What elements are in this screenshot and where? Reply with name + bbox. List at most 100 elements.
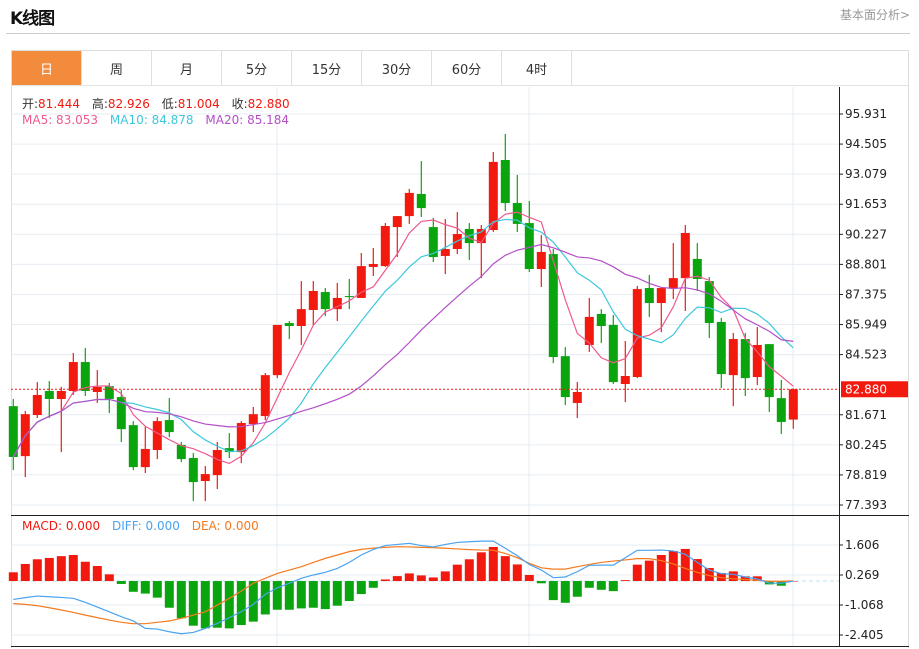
price-tick-label: 87.375 [845,287,887,301]
candle-up [572,392,582,403]
macd-bar [116,581,126,584]
candle-down [716,321,726,375]
high-label: 高: [91,97,108,111]
candle-up [680,232,690,279]
macd-bar [308,581,318,608]
macd-bar [68,555,78,582]
macd-bar [500,556,510,582]
low-label: 低: [161,97,178,111]
candle-down [560,356,570,398]
candle-up [404,192,414,217]
macd-bar [524,574,534,582]
candle-up [308,290,318,310]
macd-bar [284,581,294,610]
candle-up [56,390,66,399]
candle-up [668,278,678,289]
macd-bar [440,571,450,582]
macd-bar [200,581,210,629]
candle-down [188,458,198,483]
candle-up [236,423,246,453]
candle-up [728,339,738,376]
macd-bar [596,581,606,590]
candle-up [212,450,222,476]
price-tick-label: 80.245 [845,438,887,452]
macd-bar [56,556,66,582]
macd-bar [584,581,594,588]
price-tick-label: 95.931 [845,107,887,121]
macd-bar [188,581,198,626]
candle-up [260,375,270,417]
candle-down [44,390,54,399]
price-tick-label: 93.079 [845,167,887,181]
candle-down [608,324,618,383]
macd-bar [128,581,138,592]
macd-bar [104,574,114,582]
macd-bar [80,561,90,582]
open-value: 81.444 [38,97,81,111]
candle-down [776,398,786,422]
candle-up [140,448,150,468]
macd-bar [164,581,174,608]
macd-bar [632,564,642,582]
candle-up [788,389,798,420]
candle-down [128,425,138,468]
high-value: 82.926 [107,97,150,111]
candle-down [8,406,18,457]
macd-bar [392,576,402,582]
macd-bar [320,581,330,610]
macd-bar [548,581,558,601]
macd-bar [560,581,570,603]
price-tick-label: 84.523 [845,348,887,362]
macd-bar [332,581,342,606]
price-tick-label: 88.801 [845,257,887,271]
macd-bar [404,573,414,582]
candle-up [392,216,402,228]
candle-up [656,288,666,304]
candle-down [500,160,510,204]
macd-bar [668,550,678,582]
macd-bar [92,566,102,582]
ma10-line [12,218,794,458]
price-tick-label: 85.949 [845,318,887,332]
macd-bar [32,559,42,582]
candle-down [416,193,426,209]
price-tick-label: 90.227 [845,227,887,241]
last-price-label: 82.880 [845,382,887,396]
candle-up [296,309,306,326]
ma10-value: MA10: 84.878 [109,113,194,127]
macd-bar [20,563,30,582]
candle-up [380,226,390,267]
candle-up [356,266,366,298]
macd-bar [512,564,522,582]
close-label: 收: [231,97,248,111]
macd-bar [296,581,306,609]
macd-tick-label: 1.606 [845,538,879,552]
candle-down [704,281,714,324]
candle-up [248,414,258,425]
candle-up [632,289,642,378]
macd-bar [140,581,150,594]
macd-bar [608,581,618,592]
low-value: 81.004 [177,97,220,111]
macd-bar [380,579,390,582]
candle-down [320,292,330,310]
ma5-value: MA5: 83.053 [22,113,99,127]
macd-bar [644,560,654,582]
price-tick-label: 94.505 [845,137,887,151]
macd-bar [272,581,282,610]
candle-up [272,324,282,376]
macd-info: MACD: 0.000 DIFF: 0.000 DEA: 0.000 [22,519,267,533]
macd-bar [464,559,474,582]
candle-up [200,474,210,482]
macd-tick-label: -2.405 [845,628,884,642]
candle-up [488,161,498,231]
candle-up [32,394,42,416]
macd-bar [428,577,438,582]
macd-bar [176,581,186,619]
price-tick-label: 81.671 [845,408,887,422]
candle-up [152,421,162,451]
dea-value: DEA: 0.000 [191,519,259,533]
macd-bar [620,580,630,582]
macd-bar [224,581,234,629]
macd-bar [452,564,462,582]
